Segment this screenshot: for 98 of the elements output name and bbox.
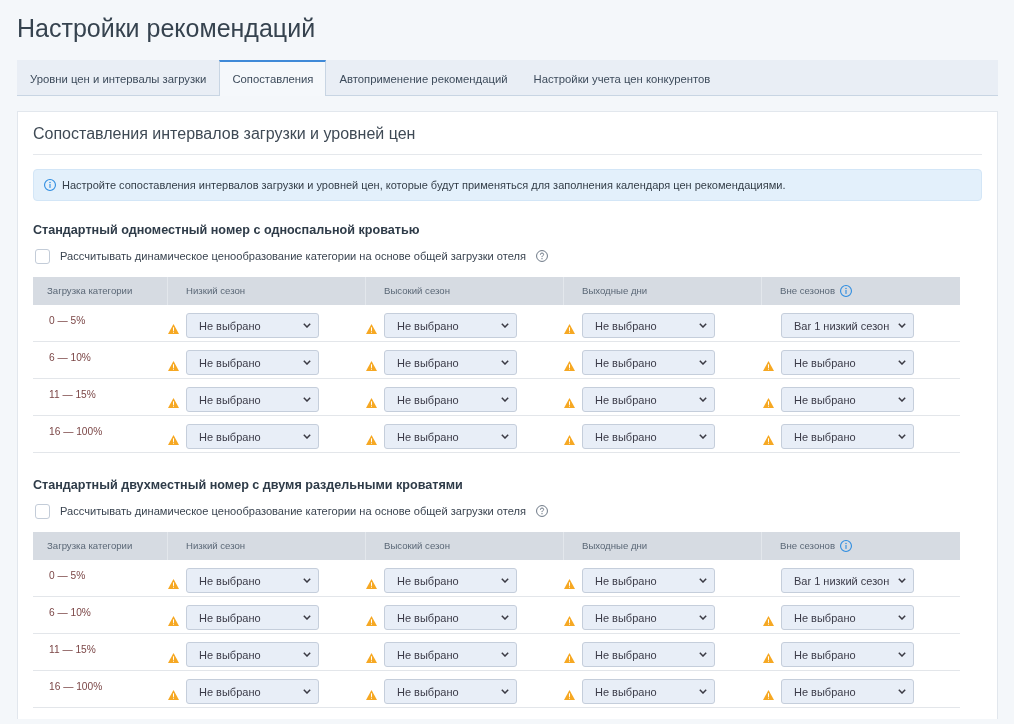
chevron-down-icon	[501, 434, 509, 439]
dropdown[interactable]: Не выбрано	[582, 350, 715, 375]
chevron-down-icon	[303, 434, 311, 439]
dropdown[interactable]: Не выбрано	[384, 424, 517, 449]
load-range-label: 6 — 10%	[49, 352, 91, 363]
chevron-down-icon	[898, 615, 906, 620]
dropdown[interactable]: Не выбрано	[186, 568, 319, 593]
dropdown[interactable]: Не выбрано	[582, 679, 715, 704]
dropdown[interactable]: Не выбрано	[582, 313, 715, 338]
dropdown[interactable]: Не выбрано	[582, 568, 715, 593]
dropdown[interactable]: Не выбрано	[781, 605, 914, 630]
load-range-label: 11 — 15%	[49, 644, 96, 655]
chevron-down-icon	[303, 323, 311, 328]
info-text: Настройте сопоставления интервалов загрузки и уровней цен, которые будут применяться для заполнения календаря цен рекомендациями.	[62, 178, 786, 192]
dropdown[interactable]: Не выбрано	[582, 424, 715, 449]
load-range-label: 16 — 100%	[49, 426, 103, 437]
dropdown[interactable]: Не выбрано	[384, 350, 517, 375]
room-category-heading: Стандартный двухместный номер с двумя раздельными кроватями	[33, 477, 463, 493]
info-icon	[44, 179, 56, 191]
chevron-down-icon	[501, 360, 509, 365]
load-range-label: 6 — 10%	[49, 607, 91, 618]
room-category-heading: Стандартный одноместный номер с односпальной кроватью	[33, 222, 420, 238]
chevron-down-icon	[699, 652, 707, 657]
dropdown[interactable]: Не выбрано	[582, 642, 715, 667]
chevron-down-icon	[898, 323, 906, 328]
dropdown[interactable]: Не выбрано	[186, 313, 319, 338]
chevron-down-icon	[303, 578, 311, 583]
column-heading: Загрузка категории	[47, 285, 133, 297]
chevron-down-icon	[699, 434, 707, 439]
dropdown[interactable]: Не выбрано	[186, 605, 319, 630]
help-icon[interactable]	[536, 250, 549, 262]
tab[interactable]: Настройки учета цен конкурентов	[520, 60, 724, 95]
column-heading: Загрузка категории	[47, 540, 133, 552]
dropdown[interactable]: Не выбрано	[781, 679, 914, 704]
dropdown[interactable]: Не выбрано	[384, 387, 517, 412]
checkbox-label: Рассчитывать динамическое ценообразование категории на основе общей загрузки отеля	[60, 504, 527, 518]
chevron-down-icon	[898, 360, 906, 365]
dropdown[interactable]: Bar 1 низкий сезон	[781, 313, 914, 338]
load-range-label: 11 — 15%	[49, 389, 96, 400]
column-heading: Вне сезонов	[780, 540, 835, 552]
chevron-down-icon	[303, 689, 311, 694]
load-range-label: 0 — 5%	[49, 315, 86, 326]
chevron-down-icon	[303, 615, 311, 620]
tab[interactable]: Уровни цен и интервалы загрузки	[17, 60, 220, 95]
dropdown[interactable]: Не выбрано	[781, 350, 914, 375]
dropdown[interactable]: Не выбрано	[582, 605, 715, 630]
page-title: Настройки рекомендаций	[17, 13, 316, 43]
dropdown[interactable]: Не выбрано	[186, 679, 319, 704]
chevron-down-icon	[699, 323, 707, 328]
help-icon[interactable]	[536, 505, 549, 517]
chevron-down-icon	[898, 578, 906, 583]
chevron-down-icon	[501, 323, 509, 328]
dropdown[interactable]: Не выбрано	[384, 568, 517, 593]
chevron-down-icon	[699, 578, 707, 583]
dropdown[interactable]: Не выбрано	[781, 387, 914, 412]
checkbox[interactable]	[35, 248, 50, 264]
dropdown[interactable]: Не выбрано	[186, 350, 319, 375]
chevron-down-icon	[898, 397, 906, 402]
checkbox-label: Рассчитывать динамическое ценообразование категории на основе общей загрузки отеля	[60, 249, 527, 263]
checkbox[interactable]	[35, 503, 50, 519]
dropdown[interactable]: Не выбрано	[186, 642, 319, 667]
chevron-down-icon	[699, 689, 707, 694]
chevron-down-icon	[303, 360, 311, 365]
chevron-down-icon	[501, 652, 509, 657]
column-heading: Низкий сезон	[186, 285, 246, 297]
column-heading: Вне сезонов	[780, 285, 835, 297]
load-range-label: 0 — 5%	[49, 570, 86, 581]
chevron-down-icon	[501, 397, 509, 402]
chevron-down-icon	[303, 397, 311, 402]
chevron-down-icon	[699, 615, 707, 620]
dropdown[interactable]: Не выбрано	[781, 642, 914, 667]
chevron-down-icon	[898, 652, 906, 657]
dropdown[interactable]: Не выбрано	[384, 313, 517, 338]
chevron-down-icon	[699, 360, 707, 365]
chevron-down-icon	[501, 615, 509, 620]
dropdown[interactable]: Не выбрано	[781, 424, 914, 449]
chevron-down-icon	[303, 652, 311, 657]
dropdown[interactable]: Не выбрано	[582, 387, 715, 412]
chevron-down-icon	[699, 397, 707, 402]
load-range-label: 16 — 100%	[49, 681, 103, 692]
card-title: Сопоставления интервалов загрузки и уровней цен	[33, 125, 416, 142]
dropdown[interactable]: Не выбрано	[186, 424, 319, 449]
tab[interactable]: Сопоставления	[219, 60, 327, 96]
chevron-down-icon	[898, 689, 906, 694]
chevron-down-icon	[501, 689, 509, 694]
dropdown[interactable]: Bar 1 низкий сезон	[781, 568, 914, 593]
chevron-down-icon	[898, 434, 906, 439]
chevron-down-icon	[501, 578, 509, 583]
column-heading: Выходные дни	[582, 285, 648, 297]
column-heading: Выходные дни	[582, 540, 648, 552]
dropdown[interactable]: Не выбрано	[384, 679, 517, 704]
column-heading: Низкий сезон	[186, 540, 246, 552]
dropdown[interactable]: Не выбрано	[186, 387, 319, 412]
tab[interactable]: Автоприменение рекомендаций	[326, 60, 521, 95]
column-heading: Высокий сезон	[384, 540, 450, 552]
dropdown[interactable]: Не выбрано	[384, 605, 517, 630]
column-heading: Высокий сезон	[384, 285, 450, 297]
dropdown[interactable]: Не выбрано	[384, 642, 517, 667]
